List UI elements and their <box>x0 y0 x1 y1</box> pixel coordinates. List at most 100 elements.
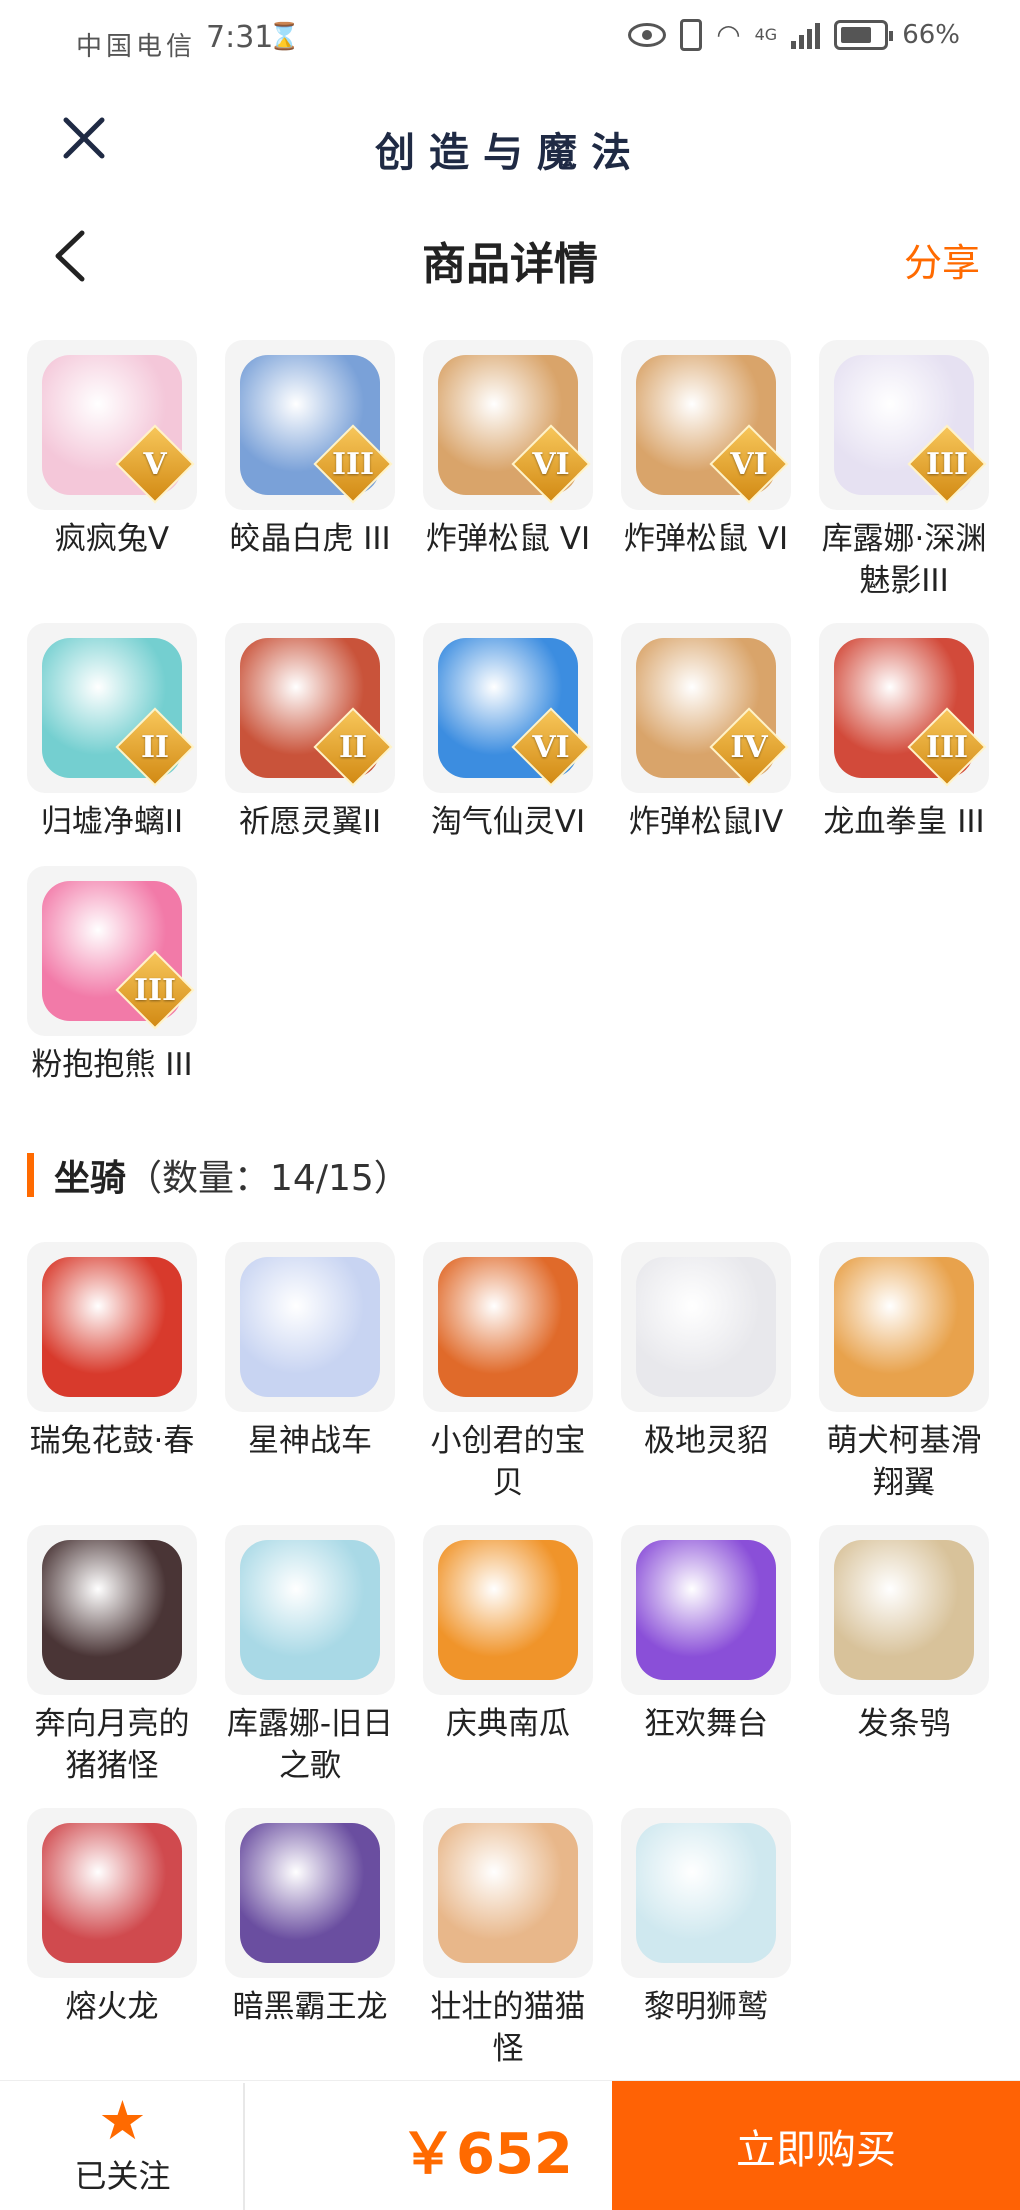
item-name: 发条鸮 <box>857 1706 951 1742</box>
pet-item[interactable]: VI 炸弹松鼠 VI <box>621 340 791 623</box>
mount-item[interactable]: 发条鸮 <box>819 1525 989 1808</box>
vibrate-icon <box>680 18 703 51</box>
eye-icon <box>628 22 667 47</box>
item-name: 库露娜-旧日之歌 <box>226 1706 394 1784</box>
mount-item[interactable]: 庆典南瓜 <box>423 1525 593 1808</box>
item-artwork <box>438 1823 578 1963</box>
item-name: 奔向月亮的猪猪怪 <box>34 1706 190 1784</box>
bottom-bar: ★ 已关注 ￥652 立即购买 <box>0 2080 1020 2210</box>
item-name: 黎明狮鹫 <box>644 1989 768 2025</box>
item-artwork <box>636 1257 776 1397</box>
item-thumbnail <box>621 1808 791 1978</box>
item-artwork <box>240 1823 380 1963</box>
buy-now-button[interactable]: 立即购买 <box>612 2081 1020 2210</box>
pet-item[interactable]: III 库露娜·深渊魅影III <box>819 340 989 623</box>
item-thumbnail <box>225 1242 395 1412</box>
item-thumbnail: VI <box>621 340 791 510</box>
item-thumbnail: VI <box>423 623 593 793</box>
mount-item[interactable]: 极地灵貂 <box>621 1242 791 1525</box>
item-name: 暗黑霸王龙 <box>232 1989 388 2025</box>
pet-item[interactable]: IV 炸弹松鼠IV <box>621 623 791 866</box>
share-button[interactable]: 分享 <box>904 232 980 287</box>
item-name: 疯疯兔V <box>54 521 170 557</box>
app-bar: 创造与魔法 <box>0 80 1020 190</box>
page-header: 商品详情 分享 <box>0 210 1020 300</box>
item-name: 淘气仙灵VI <box>430 804 586 840</box>
battery-icon <box>834 19 894 50</box>
rank-badge-text: VI <box>532 730 570 765</box>
rank-badge-text: V <box>143 447 167 482</box>
pets-grid: V 疯疯兔V III 皎晶白虎 III VI 炸弹松鼠 VI VI 炸弹松鼠 VI III 库露娜… <box>27 340 1007 1109</box>
mounts-grid: 瑞兔花鼓·春 星神战车 小创君的宝贝 极地灵貂 萌犬柯基滑翔翼奔向月亮的猪猪怪 库露娜-旧… <box>27 1242 1007 2091</box>
app-title: 创造与魔法 <box>375 129 645 176</box>
item-thumbnail: II <box>225 623 395 793</box>
item-artwork <box>834 1540 974 1680</box>
page-title: 商品详情 <box>422 239 598 290</box>
follow-label: 已关注 <box>74 2157 171 2195</box>
mount-item[interactable]: 壮壮的猫猫怪 <box>423 1808 593 2091</box>
section-accent-bar <box>27 1153 34 1197</box>
item-thumbnail <box>27 1808 197 1978</box>
hourglass-icon: ⌛ <box>268 22 301 52</box>
item-name: 星神战车 <box>248 1423 372 1459</box>
mount-item[interactable]: 熔火龙 <box>27 1808 197 2091</box>
rank-badge-text: VI <box>730 447 768 482</box>
pet-item[interactable]: II 祈愿灵翼II <box>225 623 395 866</box>
mount-item[interactable]: 萌犬柯基滑翔翼 <box>819 1242 989 1525</box>
item-name: 龙血拳皇 III <box>823 804 985 840</box>
item-name: 熔火龙 <box>65 1989 159 2025</box>
follow-button[interactable]: ★ 已关注 <box>60 2091 185 2210</box>
item-thumbnail: III <box>225 340 395 510</box>
item-name: 萌犬柯基滑翔翼 <box>826 1423 982 1501</box>
rank-badge-text: III <box>925 730 969 765</box>
section-name: 坐骑 <box>54 1158 127 1199</box>
item-name: 祈愿灵翼II <box>238 804 382 840</box>
mount-item[interactable]: 库露娜-旧日之歌 <box>225 1525 395 1808</box>
item-artwork <box>42 1823 182 1963</box>
mount-item[interactable]: 瑞兔花鼓·春 <box>27 1242 197 1525</box>
item-name: 皎晶白虎 III <box>229 521 391 557</box>
item-name: 库露娜·深渊魅影III <box>821 521 987 599</box>
signal-icon <box>791 21 821 49</box>
item-thumbnail <box>621 1525 791 1695</box>
price: ￥652 <box>400 2122 573 2187</box>
mount-item[interactable]: 黎明狮鹫 <box>621 1808 791 2091</box>
rank-badge-text: II <box>140 730 170 765</box>
mount-item[interactable]: 狂欢舞台 <box>621 1525 791 1808</box>
mount-item[interactable]: 星神战车 <box>225 1242 395 1525</box>
rank-badge-text: VI <box>532 447 570 482</box>
item-thumbnail <box>819 1525 989 1695</box>
item-thumbnail: IV <box>621 623 791 793</box>
network-type: 4G <box>754 25 778 44</box>
pet-item[interactable]: III 皎晶白虎 III <box>225 340 395 623</box>
item-artwork <box>240 1540 380 1680</box>
mount-item[interactable]: 奔向月亮的猪猪怪 <box>27 1525 197 1808</box>
item-name: 炸弹松鼠 VI <box>425 521 591 557</box>
item-artwork <box>438 1540 578 1680</box>
mount-item[interactable]: 暗黑霸王龙 <box>225 1808 395 2091</box>
mount-item[interactable]: 小创君的宝贝 <box>423 1242 593 1525</box>
pet-item[interactable]: III 龙血拳皇 III <box>819 623 989 866</box>
item-name: 狂欢舞台 <box>644 1706 768 1742</box>
rank-badge-text: III <box>133 973 177 1008</box>
item-artwork <box>42 1540 182 1680</box>
item-artwork <box>240 1257 380 1397</box>
pet-item[interactable]: VI 炸弹松鼠 VI <box>423 340 593 623</box>
item-thumbnail: V <box>27 340 197 510</box>
item-name: 归墟净螭II <box>40 804 184 840</box>
item-thumbnail: VI <box>423 340 593 510</box>
carrier-name: 中国电信 <box>76 32 197 62</box>
item-thumbnail <box>27 1525 197 1695</box>
pet-item[interactable]: II 归墟净螭II <box>27 623 197 866</box>
item-name: 庆典南瓜 <box>446 1706 570 1742</box>
pet-item[interactable]: V 疯疯兔V <box>27 340 197 623</box>
section-count: （数量：14/15） <box>126 1158 410 1199</box>
item-thumbnail <box>621 1242 791 1412</box>
pet-item[interactable]: VI 淘气仙灵VI <box>423 623 593 866</box>
pet-item[interactable]: III 粉抱抱熊 III <box>27 866 197 1109</box>
status-icons: ◠ 4G 66% <box>628 18 960 51</box>
item-thumbnail <box>423 1242 593 1412</box>
item-name: 壮壮的猫猫怪 <box>430 1989 586 2067</box>
star-icon: ★ <box>98 2089 147 2152</box>
item-name: 粉抱抱熊 III <box>31 1047 193 1083</box>
